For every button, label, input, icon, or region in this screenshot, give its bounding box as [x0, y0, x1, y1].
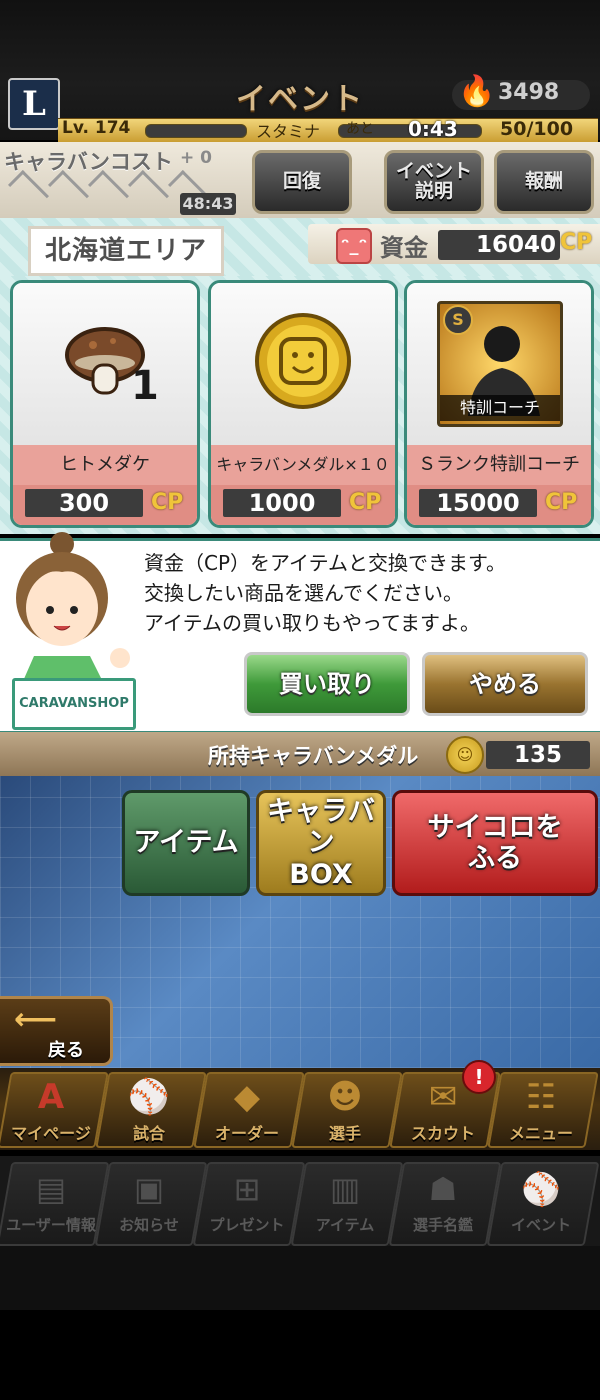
caravan-box-label-line2: BOX — [289, 858, 353, 890]
nav-label: 試合 — [132, 1124, 165, 1143]
shop-message-line: 資金（CP）をアイテムと交換できます。 — [144, 551, 507, 575]
roll-dice-label-line2: ふる — [468, 843, 522, 874]
item-price-unit: CP — [349, 490, 382, 515]
diamond-icon: ◆ — [233, 1077, 261, 1117]
item-price: 1000 — [223, 489, 341, 517]
nav-label: アイテム — [315, 1216, 375, 1234]
caravan-box-button[interactable]: キャラバン BOX — [256, 790, 386, 896]
area-name: 北海道エリア — [28, 226, 224, 276]
reward-button-label: 報酬 — [524, 170, 563, 193]
recover-button-label: 回復 — [282, 170, 321, 193]
caravan-shop-sign: CARAVANSHOP — [12, 678, 136, 730]
item-price-unit: CP — [545, 490, 578, 515]
event-info-button[interactable]: イベント 説明 — [384, 150, 484, 214]
item-card-medal[interactable]: キャラバンメダル×１００ 1000 CP — [208, 280, 398, 528]
item-button[interactable]: アイテム — [122, 790, 250, 896]
item-price-unit: CP — [151, 490, 184, 515]
owned-medals-value: 135 — [486, 741, 590, 769]
back-arrow-icon: ⟵ — [14, 1002, 58, 1037]
stamina-timer: 0:43 — [408, 117, 458, 141]
flame-coin-icon: 🔥 — [458, 74, 496, 109]
notification-badge: ! — [462, 1060, 496, 1094]
team-logo[interactable]: L — [8, 78, 60, 130]
item-button-label: アイテム — [133, 827, 239, 859]
rank-badge: S — [443, 305, 473, 335]
item-name: Ｓランク特訓コーチ — [407, 445, 591, 485]
nav-label: メニュー — [508, 1124, 573, 1143]
nav-label: オーダー — [214, 1124, 279, 1143]
medal-icon — [255, 313, 351, 409]
nav-label: ユーザー情報 — [6, 1216, 96, 1234]
shop-message-line: 交換したい商品を選んでください。 — [144, 581, 463, 605]
roll-dice-button[interactable]: サイコロを ふる — [392, 790, 598, 896]
mushroom-icon — [65, 327, 145, 395]
item-price: 300 — [25, 489, 143, 517]
reward-button[interactable]: 報酬 — [494, 150, 594, 214]
gift-icon: ⊞ — [233, 1170, 261, 1208]
caravan-box-label-line1: キャラバン — [267, 796, 375, 859]
coach-caption: 特訓コーチ — [440, 395, 560, 421]
currency-value: 3498 — [498, 80, 560, 105]
nav-label: お知らせ — [119, 1216, 179, 1234]
caravan-cost-label: キャラバンコスト — [4, 150, 173, 174]
fund-value: 16040 — [438, 230, 560, 260]
item-count-badge: 1 — [131, 363, 159, 409]
notice-icon: ▣ — [133, 1170, 165, 1208]
fund-unit: CP — [560, 230, 593, 255]
shop-message: 資金（CP）をアイテムと交換できます。 交換したい商品を選んでください。 アイテ… — [144, 548, 594, 638]
buy-back-button[interactable]: 買い取り — [244, 652, 410, 716]
bottom-black-area — [0, 1310, 600, 1400]
level-progress-bar — [145, 124, 247, 138]
nav-label: 選手名鑑 — [412, 1216, 473, 1234]
nav-label: プレゼント — [209, 1216, 285, 1234]
owned-medals-label: 所持キャラバンメダル — [208, 744, 419, 768]
item-price: 15000 — [419, 489, 537, 517]
caravan-medal-icon: ☺ — [446, 736, 484, 774]
directory-icon: ☗ — [428, 1170, 458, 1208]
nav-label: イベント — [510, 1216, 571, 1234]
item-card-coach[interactable]: S 特訓コーチ Ｓランク特訓コーチ 15000 CP — [404, 280, 594, 528]
event-info-label-line2: 説明 — [414, 180, 453, 202]
fund-label: 資金 — [380, 234, 428, 262]
player-level: Lv. 174 — [62, 118, 131, 138]
menu-icon: ☷ — [525, 1077, 557, 1117]
stadium-icon: ⚾ — [127, 1077, 171, 1117]
nav-label: 選手 — [328, 1124, 361, 1143]
fund-face-icon: ᵔ_ᵔ — [336, 228, 372, 264]
recover-button[interactable]: 回復 — [252, 150, 352, 214]
nav-label: スカウト — [410, 1124, 475, 1143]
item-card-mushroom[interactable]: 1 ヒトメダケ 300 CP — [10, 280, 200, 528]
cancel-button[interactable]: やめる — [422, 652, 588, 716]
stamina-label: スタミナ — [256, 122, 321, 141]
a-icon: A — [37, 1077, 65, 1117]
stamina-remaining-label: あと — [346, 121, 374, 137]
event-info-label-line1: イベント — [395, 160, 472, 183]
item-icon: ▥ — [329, 1170, 361, 1208]
caravan-cost-timer: 48:43 — [180, 193, 236, 215]
item-image: S 特訓コーチ — [407, 283, 591, 445]
item-image — [13, 283, 197, 445]
page-title: イベント — [236, 82, 364, 117]
user-icon: ▤ — [35, 1170, 67, 1208]
nav-label: マイページ — [11, 1124, 91, 1143]
caravan-cost-bonus: + 0 — [180, 148, 212, 168]
shop-message-line: アイテムの買い取りもやってますよ。 — [144, 611, 480, 635]
stamina-value: 50/100 — [500, 118, 574, 140]
item-image — [211, 283, 395, 445]
item-name: ヒトメダケ — [13, 445, 197, 485]
event-icon: ⚾ — [521, 1170, 561, 1208]
item-name: キャラバンメダル×１００ — [211, 445, 395, 514]
roll-dice-label-line1: サイコロを — [427, 811, 563, 843]
player-icon: ☻ — [327, 1077, 363, 1117]
back-button-label: 戻る — [48, 1040, 84, 1061]
